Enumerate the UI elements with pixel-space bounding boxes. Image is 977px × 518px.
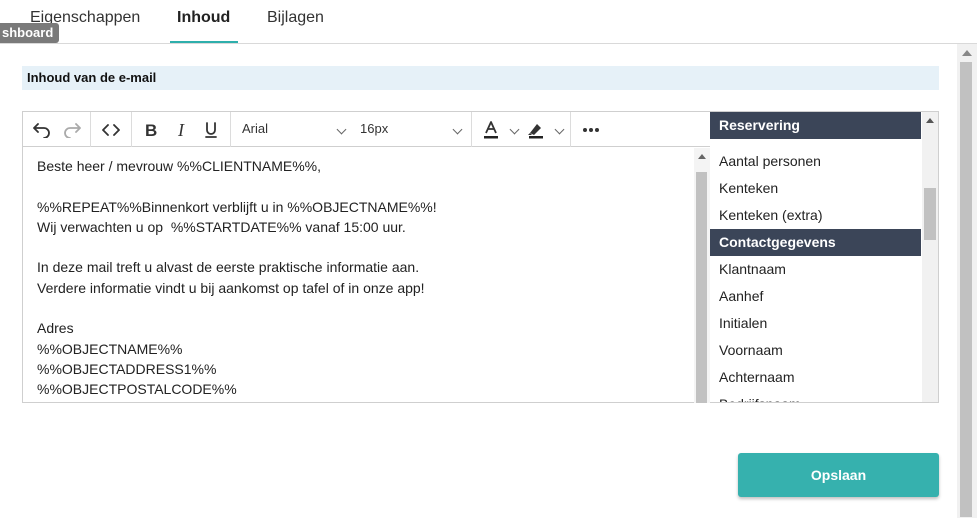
underline-icon: [205, 122, 217, 138]
editor-line: Adres: [37, 320, 74, 337]
code-icon: [102, 124, 120, 136]
undo-icon: [33, 123, 50, 138]
editor-toolbar: B I Arial 16px: [23, 112, 711, 147]
placeholder-item[interactable]: Kenteken (extra): [710, 202, 921, 229]
tab-inhoud[interactable]: Inhoud: [177, 9, 230, 27]
placeholder-panel: Reservering Aantal personen Kenteken Ken…: [710, 111, 939, 403]
font-group: Arial 16px: [231, 112, 472, 147]
italic-button[interactable]: I: [171, 120, 193, 140]
format-group: B I: [132, 112, 231, 147]
editor-line: Wij verwachten u op %%STARTDATE%% vanaf …: [37, 218, 406, 235]
placeholder-item[interactable]: Voornaam: [710, 337, 921, 364]
active-tab-indicator: [170, 41, 238, 43]
chevron-down-icon: [336, 124, 347, 135]
placeholder-item[interactable]: Bedrijfsnaam: [710, 391, 921, 402]
editor-line: %%OBJECTADDRESS1%%: [37, 360, 217, 377]
underline-button[interactable]: [200, 120, 222, 140]
text-color-button[interactable]: [480, 120, 502, 140]
tab-bijlagen[interactable]: Bijlagen: [267, 9, 324, 27]
placeholder-list: Reservering Aantal personen Kenteken Ken…: [710, 112, 921, 402]
placeholder-item[interactable]: Initialen: [710, 310, 921, 337]
undo-button[interactable]: [31, 120, 53, 140]
source-code-button[interactable]: [100, 120, 122, 140]
section-title: Inhoud van de e-mail: [22, 66, 939, 90]
editor-line: [37, 298, 679, 318]
font-size-select[interactable]: 16px: [360, 121, 388, 136]
svg-text:B: B: [145, 122, 157, 138]
chevron-down-icon[interactable]: [509, 124, 520, 135]
scroll-up-icon[interactable]: [962, 50, 972, 56]
editor-line: %%OBJECTPOSTALCODE%%: [37, 381, 237, 398]
text-color-icon: [484, 121, 498, 139]
placeholder-item[interactable]: Klantnaam: [710, 256, 921, 283]
placeholder-scroll-thumb[interactable]: [924, 188, 936, 240]
chevron-down-icon: [452, 124, 463, 135]
history-group: [23, 112, 91, 147]
scroll-up-icon[interactable]: [698, 154, 706, 159]
chevron-down-icon[interactable]: [554, 124, 565, 135]
redo-button[interactable]: [61, 120, 83, 140]
highlight-color-button[interactable]: [525, 120, 547, 140]
editor-line: [37, 237, 679, 257]
more-icon: [583, 128, 599, 132]
category-reservering: Reservering: [710, 112, 921, 139]
editor-line: Verdere informatie vindt u bij aankomst …: [37, 279, 425, 296]
italic-icon: I: [177, 122, 185, 138]
highlighter-icon: [528, 124, 543, 139]
placeholder-item[interactable]: Achternaam: [710, 364, 921, 391]
editor-line: Beste heer / mevrouw %%CLIENTNAME%%,: [37, 158, 321, 174]
placeholder-item[interactable]: Aantal personen: [710, 148, 921, 175]
scroll-up-icon[interactable]: [926, 118, 934, 123]
bold-button[interactable]: B: [140, 120, 162, 140]
color-group: [472, 112, 571, 147]
editor-line: [37, 176, 679, 196]
editor-scroll-thumb[interactable]: [696, 172, 707, 403]
font-family-select[interactable]: Arial: [242, 121, 268, 136]
category-contactgegevens: Contactgegevens: [710, 229, 921, 256]
editor-line: In deze mail treft u alvast de eerste pr…: [37, 259, 420, 276]
placeholder-scrollbar[interactable]: [922, 112, 938, 402]
editor-content[interactable]: Beste heer / mevrouw %%CLIENTNAME%%, %%RE…: [23, 148, 693, 403]
placeholder-item[interactable]: Kenteken: [710, 175, 921, 202]
editor-scrollbar[interactable]: [694, 148, 710, 403]
tab-bar: Eigenschappen Inhoud Bijlagen: [0, 0, 977, 44]
more-button[interactable]: [580, 120, 602, 140]
email-editor: B I Arial 16px Beste heer / mevrouw %%CL…: [22, 111, 711, 403]
editor-line: %%OBJECTNAME%%: [37, 340, 183, 357]
redo-icon: [64, 123, 81, 138]
page-scrollbar[interactable]: [957, 44, 977, 518]
code-group: [91, 112, 132, 147]
editor-line: %%REPEAT%%Binnenkort verblijft u in %%OB…: [37, 198, 437, 215]
svg-text:I: I: [177, 122, 185, 138]
page-scroll-thumb[interactable]: [960, 62, 972, 517]
placeholder-item[interactable]: Aanhef: [710, 283, 921, 310]
save-button[interactable]: Opslaan: [738, 453, 939, 497]
bold-icon: B: [145, 122, 157, 138]
dashboard-tooltip: shboard: [0, 23, 60, 43]
